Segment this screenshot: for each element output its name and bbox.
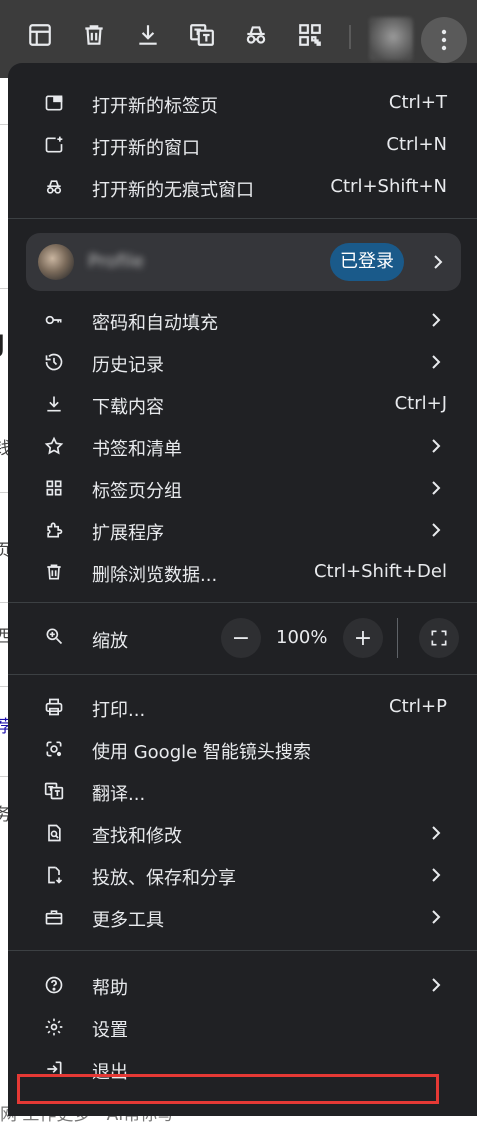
menu-label: 帮助 xyxy=(92,978,128,999)
menu-extensions[interactable]: 扩展程序 xyxy=(8,510,477,550)
menu-shortcut: Ctrl+J xyxy=(394,393,447,414)
menu-tab-groups[interactable]: 标签页分组 xyxy=(8,468,477,508)
translate-icon[interactable] xyxy=(188,21,216,49)
find-icon xyxy=(42,821,66,845)
menu-label: 查找和修改 xyxy=(92,826,182,847)
menu-label: 使用 Google 智能镜头搜索 xyxy=(92,742,311,763)
translate-icon xyxy=(42,779,66,803)
toolbar-divider xyxy=(349,25,351,49)
zoom-divider xyxy=(397,618,398,658)
menu-new-tab[interactable]: 打开新的标签页 Ctrl+T xyxy=(8,83,477,123)
menu-label: 下载内容 xyxy=(92,397,164,418)
menu-bookmarks[interactable]: 书签和清单 xyxy=(8,426,477,466)
menu-divider xyxy=(8,218,477,219)
menu-more-tools[interactable]: 更多工具 xyxy=(8,897,477,937)
qr-code-icon[interactable] xyxy=(296,21,324,49)
menu-shortcut: Ctrl+T xyxy=(388,92,447,113)
chevron-right-icon xyxy=(432,523,441,537)
menu-cast-save-share[interactable]: 投放、保存和分享 xyxy=(8,855,477,895)
menu-label: 更多工具 xyxy=(92,910,164,931)
menu-shortcut: Ctrl+Shift+Del xyxy=(313,561,447,582)
menu-label: 投放、保存和分享 xyxy=(92,868,236,889)
profile-row[interactable]: Profile 已登录 xyxy=(26,233,461,291)
zoom-row: 缩放 − 100% + xyxy=(8,616,477,660)
chevron-right-icon xyxy=(432,910,441,924)
menu-label: 扩展程序 xyxy=(92,523,164,544)
download-icon xyxy=(42,392,66,416)
chevron-right-icon xyxy=(432,355,441,369)
menu-label: 翻译... xyxy=(92,784,146,805)
save-share-icon xyxy=(42,863,66,887)
grid-icon xyxy=(42,476,66,500)
menu-help[interactable]: 帮助 xyxy=(8,965,477,1005)
chevron-right-icon xyxy=(432,481,441,495)
menu-history[interactable]: 历史记录 xyxy=(8,342,477,382)
menu-label: 密码和自动填充 xyxy=(92,313,218,334)
chrome-main-menu: 打开新的标签页 Ctrl+T 打开新的窗口 Ctrl+N 打开新的无痕式窗口 C… xyxy=(8,63,477,1116)
signed-in-badge: 已登录 xyxy=(330,243,404,281)
menu-print[interactable]: 打印... Ctrl+P xyxy=(8,687,477,727)
zoom-in-button[interactable]: + xyxy=(343,618,383,658)
profile-avatar[interactable] xyxy=(369,17,413,61)
new-tab-icon xyxy=(42,91,66,115)
menu-label: 标签页分组 xyxy=(92,481,182,502)
avatar xyxy=(38,244,74,280)
zoom-icon xyxy=(44,626,68,650)
key-icon xyxy=(42,308,66,332)
menu-label: 删除浏览数据... xyxy=(92,565,218,586)
settings-icon xyxy=(42,1015,66,1039)
chevron-right-icon xyxy=(432,826,441,840)
menu-label: 打开新的标签页 xyxy=(92,96,218,117)
bg-fragment: J xyxy=(0,330,5,358)
zoom-value: 100% xyxy=(276,627,328,648)
menu-label: 打开新的窗口 xyxy=(92,138,200,159)
fullscreen-button[interactable] xyxy=(419,618,459,658)
menu-settings[interactable]: 设置 xyxy=(8,1007,477,1047)
help-icon xyxy=(42,973,66,997)
menu-label: 设置 xyxy=(92,1020,128,1041)
three-dot-menu-icon[interactable] xyxy=(421,17,467,63)
puzzle-icon xyxy=(42,518,66,542)
menu-divider xyxy=(8,602,477,603)
menu-label: 打开新的无痕式窗口 xyxy=(92,180,254,201)
fullscreen-icon xyxy=(431,630,447,646)
menu-divider xyxy=(8,950,477,951)
highlight-box xyxy=(17,1074,439,1104)
download-icon[interactable] xyxy=(134,21,162,49)
menu-clear-data[interactable]: 删除浏览数据... Ctrl+Shift+Del xyxy=(8,552,477,592)
chevron-right-icon xyxy=(432,978,441,992)
trash-icon xyxy=(42,560,66,584)
menu-new-incognito[interactable]: 打开新的无痕式窗口 Ctrl+Shift+N xyxy=(8,167,477,207)
menu-new-window[interactable]: 打开新的窗口 Ctrl+N xyxy=(8,125,477,165)
new-window-icon xyxy=(42,133,66,157)
incognito-icon xyxy=(42,175,66,199)
delete-icon[interactable] xyxy=(80,21,108,49)
menu-label: 书签和清单 xyxy=(92,439,182,460)
chevron-right-icon xyxy=(432,439,441,453)
incognito-icon[interactable] xyxy=(242,21,270,49)
side-panel-icon[interactable] xyxy=(26,21,54,49)
zoom-label: 缩放 xyxy=(92,631,128,652)
profile-name: Profile xyxy=(88,251,144,272)
toolbox-icon xyxy=(42,905,66,929)
zoom-out-button[interactable]: − xyxy=(221,618,261,658)
menu-label: 历史记录 xyxy=(92,355,164,376)
print-icon xyxy=(42,695,66,719)
menu-label: 打印... xyxy=(92,700,146,721)
star-icon xyxy=(42,434,66,458)
menu-divider xyxy=(8,674,477,675)
menu-shortcut: Ctrl+N xyxy=(386,134,447,155)
chevron-right-icon xyxy=(432,868,441,882)
menu-shortcut: Ctrl+Shift+N xyxy=(330,176,447,197)
history-icon xyxy=(42,350,66,374)
chevron-right-icon xyxy=(432,313,441,327)
menu-google-lens[interactable]: 使用 Google 智能镜头搜索 xyxy=(8,729,477,769)
menu-find-edit[interactable]: 查找和修改 xyxy=(8,813,477,853)
chevron-right-icon xyxy=(434,255,443,269)
lens-icon xyxy=(42,737,66,761)
menu-downloads[interactable]: 下载内容 Ctrl+J xyxy=(8,384,477,424)
menu-translate[interactable]: 翻译... xyxy=(8,771,477,811)
menu-shortcut: Ctrl+P xyxy=(389,696,447,717)
menu-passwords[interactable]: 密码和自动填充 xyxy=(8,300,477,340)
